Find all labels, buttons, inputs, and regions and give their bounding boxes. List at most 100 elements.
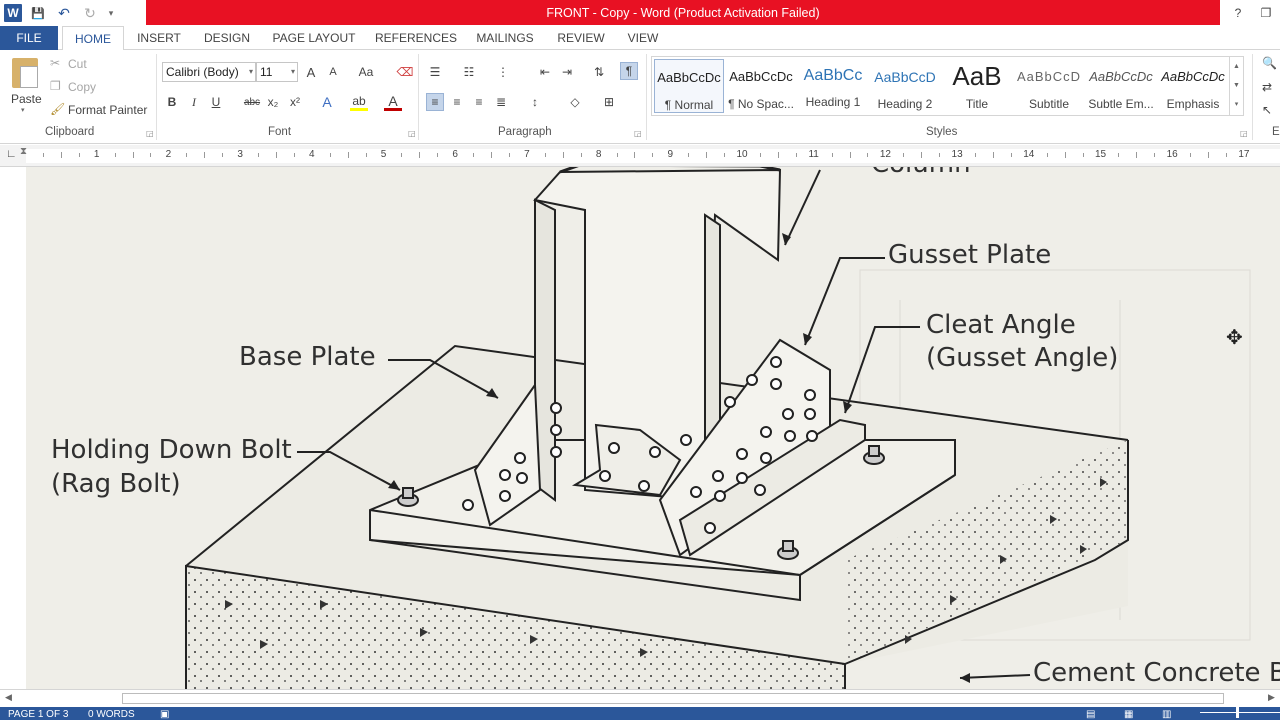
zoom-slider[interactable] [1200, 712, 1280, 713]
style-title[interactable]: AaB Title [942, 59, 1012, 113]
horizontal-ruler[interactable]: ∟ ⧗ 1 2 3 4 5 6 7 8 9 10 11 12 13 14 15 16 17 [0, 145, 1280, 167]
tab-references[interactable]: REFERENCES [374, 26, 458, 50]
scroll-thumb[interactable] [122, 693, 1224, 704]
help-button[interactable]: ? [1224, 6, 1252, 20]
italic-button[interactable]: I [185, 93, 203, 111]
style-normal[interactable]: AaBbCcDc ¶ Normal [654, 59, 724, 113]
decrease-indent-icon[interactable]: ⇤ [536, 63, 554, 81]
paragraph-launcher-icon[interactable]: ◲ [634, 129, 642, 138]
page-count[interactable]: PAGE 1 OF 3 [8, 708, 68, 720]
font-launcher-icon[interactable]: ◲ [408, 129, 416, 138]
save-icon[interactable]: 💾 [28, 3, 48, 23]
customize-qat-icon[interactable]: ▾ [106, 3, 116, 23]
chevron-down-icon: ▾ [290, 67, 295, 76]
tab-insert[interactable]: INSERT [132, 26, 186, 50]
style-heading-2[interactable]: AaBbCcD Heading 2 [870, 59, 940, 113]
zoom-thumb[interactable] [1236, 707, 1239, 718]
shrink-font-button[interactable]: A [324, 63, 342, 81]
font-size-combo[interactable]: 11 ▾ [256, 62, 298, 82]
superscript-button[interactable]: x² [286, 93, 304, 111]
chevron-down-icon[interactable]: ▼ [1230, 76, 1243, 95]
styles-launcher-icon[interactable]: ◲ [1240, 129, 1248, 138]
show-formatting-marks-button[interactable]: ¶ [620, 62, 638, 80]
ruler-tick [1136, 152, 1138, 158]
strikethrough-button[interactable]: abc [241, 93, 263, 111]
ruler-tick [1154, 153, 1156, 157]
undo-icon[interactable]: ↶ [54, 3, 74, 23]
cut-icon[interactable]: ✂ [50, 56, 60, 70]
tab-review[interactable]: REVIEW [554, 26, 608, 50]
align-right-icon[interactable]: ≡ [470, 93, 488, 111]
horizontal-scrollbar[interactable]: ◀ ▶ [0, 689, 1280, 707]
change-case-button[interactable]: Aa [354, 63, 378, 81]
shading-icon[interactable]: ◇ [566, 93, 584, 111]
underline-button[interactable]: U [207, 93, 225, 111]
scroll-right-icon[interactable]: ▶ [1268, 692, 1275, 703]
tab-design[interactable]: DESIGN [198, 26, 256, 50]
tab-home[interactable]: HOME [62, 26, 124, 51]
ruler-tick [849, 152, 851, 158]
tab-mailings[interactable]: MAILINGS [470, 26, 540, 50]
text-effects-button[interactable]: A [318, 93, 336, 111]
tab-file[interactable]: FILE [0, 26, 58, 50]
indent-marker-icon[interactable]: ⧗ [20, 146, 27, 157]
align-left-icon[interactable]: ≡ [426, 93, 444, 111]
font-name-combo[interactable]: Calibri (Body) ▾ [162, 62, 256, 82]
style-name: Subtitle [1028, 97, 1070, 111]
bullets-icon[interactable]: ☰ [426, 63, 444, 81]
word-count[interactable]: 0 WORDS [88, 708, 135, 720]
sort-icon[interactable]: ⇅ [590, 63, 608, 81]
find-icon[interactable]: 🔍 [1262, 56, 1277, 70]
cut-button[interactable]: Cut [68, 57, 87, 71]
tab-page-layout[interactable]: PAGE LAYOUT [268, 26, 360, 50]
print-layout-icon[interactable]: ▦ [1124, 708, 1133, 720]
tab-selector-icon[interactable]: ∟ [6, 148, 17, 160]
ribbon-display-options-icon[interactable]: ❐ [1252, 6, 1280, 20]
replace-icon[interactable]: ⇄ [1262, 80, 1272, 94]
clear-formatting-icon[interactable]: ⌫ [396, 63, 414, 81]
format-painter-button[interactable]: Format Painter [68, 103, 147, 117]
style-emphasis[interactable]: AaBbCcDc Emphasis [1158, 59, 1228, 113]
paste-button[interactable]: Paste [11, 92, 42, 106]
word-app-icon[interactable]: W [4, 4, 22, 22]
style-subtitle[interactable]: AaBbCcD Subtitle [1014, 59, 1084, 113]
paste-dropdown-icon[interactable]: ▾ [21, 106, 25, 114]
redo-icon[interactable]: ↻ [80, 3, 100, 23]
numbering-icon[interactable]: ☷ [460, 63, 478, 81]
scanned-diagram-image[interactable]: Column Gusset Plate Cleat Angle (Gusset … [26, 167, 1280, 689]
copy-icon[interactable]: ❐ [50, 79, 61, 93]
ruler-tick [1046, 153, 1048, 157]
tab-view[interactable]: VIEW [622, 26, 664, 50]
clipboard-launcher-icon[interactable]: ◲ [146, 129, 154, 138]
subscript-button[interactable]: x₂ [264, 93, 282, 111]
align-center-icon[interactable]: ≡ [448, 93, 466, 111]
grow-font-button[interactable]: A [302, 63, 320, 81]
justify-icon[interactable]: ≣ [492, 93, 510, 111]
document-area: Column Gusset Plate Cleat Angle (Gusset … [0, 167, 1280, 689]
style-no-spacing[interactable]: AaBbCcDc ¶ No Spac... [726, 59, 796, 113]
gallery-more-icon[interactable]: ▾ [1230, 95, 1243, 114]
read-mode-icon[interactable]: ▤ [1086, 708, 1095, 720]
borders-icon[interactable]: ⊞ [600, 93, 618, 111]
line-spacing-icon[interactable]: ↕ [526, 93, 544, 111]
proofing-icon[interactable]: ▣ [160, 708, 169, 720]
font-color-button[interactable]: A [384, 93, 402, 111]
web-layout-icon[interactable]: ▥ [1162, 708, 1171, 720]
multilevel-list-icon[interactable]: ⋮ [494, 63, 512, 81]
format-painter-icon[interactable]: 🖌 [50, 102, 65, 116]
ruler-number: 12 [879, 149, 891, 160]
bold-button[interactable]: B [163, 93, 181, 111]
styles-gallery-scroll[interactable]: ▲ ▼ ▾ [1229, 57, 1243, 115]
style-subtle-emphasis[interactable]: AaBbCcDc Subtle Em... [1086, 59, 1156, 113]
paste-icon[interactable] [12, 58, 38, 88]
style-heading-1[interactable]: AaBbCc Heading 1 [798, 59, 868, 113]
increase-indent-icon[interactable]: ⇥ [558, 63, 576, 81]
highlight-button[interactable]: ab [350, 93, 368, 111]
copy-button[interactable]: Copy [68, 80, 96, 94]
scroll-left-icon[interactable]: ◀ [5, 692, 12, 703]
ruler-tick [777, 152, 779, 158]
chevron-up-icon[interactable]: ▲ [1230, 57, 1243, 76]
style-sample: AaBbCcDc [1089, 69, 1153, 84]
select-icon[interactable]: ↖ [1262, 103, 1272, 117]
style-sample: AaBbCcDc [657, 70, 721, 85]
